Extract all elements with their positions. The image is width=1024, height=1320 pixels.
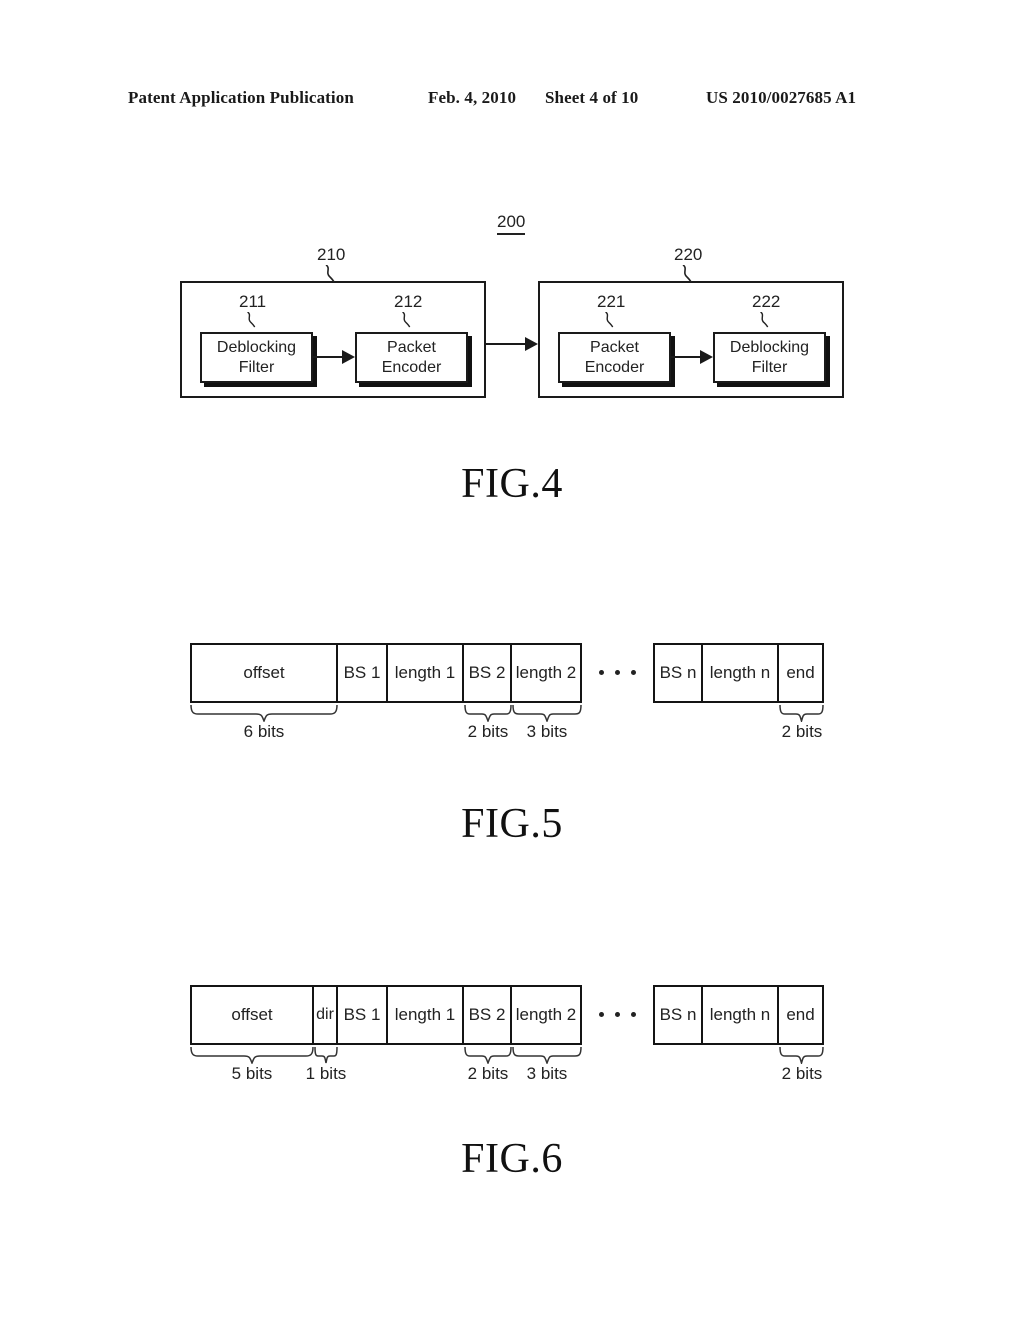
bits-label-6-bits: 6 bits (243, 722, 285, 741)
bits-label-end-2-bits: 2 bits (781, 722, 823, 741)
block-221-label-line1: Packet (590, 338, 639, 356)
packet6-cell-offset: offset (190, 985, 314, 1045)
block-221-label-line2: Encoder (584, 358, 645, 376)
brace6-5-bits (190, 1046, 314, 1064)
block-211-deblocking-filter: Deblocking Filter (200, 332, 313, 383)
block-212-packet-encoder: Packet Encoder (355, 332, 468, 383)
ref-label-221: 221 (597, 292, 626, 311)
packet6-cell-bs-2: BS 2 (464, 985, 512, 1045)
block-211-label-line1: Deblocking (216, 338, 297, 356)
bits-label6-1-bits: 1 bits (305, 1064, 347, 1083)
figure-4-caption: FIG.4 (461, 461, 563, 507)
ref-label-200: 200 (497, 212, 526, 235)
packet-cell-offset: offset (190, 643, 338, 703)
brace-end-2-bits (779, 704, 824, 722)
lead-line-221 (605, 312, 614, 328)
ref-label-211: 211 (239, 292, 267, 311)
ref-label-220: 220 (674, 245, 703, 264)
figure-6-caption: FIG.6 (461, 1136, 563, 1182)
block-222-label-line2: Filter (751, 358, 788, 376)
packet6-cell-end: end (779, 985, 824, 1045)
packet6-ellipsis (599, 1012, 636, 1017)
packet-cell-bs-n: BS n (653, 643, 703, 703)
brace-2-bits (464, 704, 512, 722)
packet-cell-bs-2: BS 2 (464, 643, 512, 703)
block-222-label-line1: Deblocking (729, 338, 810, 356)
packet-cell-length-n: length n (703, 643, 779, 703)
block-221-packet-encoder: Packet Encoder (558, 332, 671, 383)
ref-label-210: 210 (317, 245, 346, 264)
packet-cell-end: end (779, 643, 824, 703)
packet-cell-bs-1: BS 1 (338, 643, 388, 703)
lead-line-212 (402, 312, 411, 328)
arrow-221-to-222-head (700, 350, 713, 364)
lead-line-211 (247, 312, 256, 328)
block-212-label-line1: Packet (387, 338, 436, 356)
bits-label-3-bits: 3 bits (526, 722, 568, 741)
brace6-1-bits (314, 1046, 338, 1064)
bits-label6-3-bits: 3 bits (526, 1064, 568, 1083)
brace-6-bits (190, 704, 338, 722)
arrow-210-to-220-head (525, 337, 538, 351)
brace6-3-bits (512, 1046, 582, 1064)
packet6-cell-dir: dir (314, 985, 338, 1045)
packet6-cell-length-2: length 2 (512, 985, 582, 1045)
bits-label6-end-2-bits: 2 bits (781, 1064, 823, 1083)
packet-cell-length-2: length 2 (512, 643, 582, 703)
brace-3-bits (512, 704, 582, 722)
lead-line-210 (325, 265, 335, 283)
figure-5-caption: FIG.5 (461, 801, 563, 847)
block-222-deblocking-filter: Deblocking Filter (713, 332, 826, 383)
brace6-2-bits (464, 1046, 512, 1064)
block-212-label-line2: Encoder (381, 358, 442, 376)
packet6-cell-length-1: length 1 (388, 985, 464, 1045)
packet-cell-length-1: length 1 (388, 643, 464, 703)
lead-line-220 (682, 265, 692, 283)
packet6-cell-bs-n: BS n (653, 985, 703, 1045)
lead-line-222 (760, 312, 769, 328)
ref-label-212: 212 (394, 292, 423, 311)
arrow-221-to-222-line (671, 356, 702, 358)
packet6-cell-bs-1: BS 1 (338, 985, 388, 1045)
packet-ellipsis (599, 670, 636, 675)
figure-4: 200 210 220 211 Deblocking Filter 212 Pa… (0, 0, 1024, 520)
arrow-210-to-220-line (486, 343, 528, 345)
packet6-cell-length-n: length n (703, 985, 779, 1045)
brace6-end-2-bits (779, 1046, 824, 1064)
arrow-211-to-212-line (313, 356, 344, 358)
block-211-label-line2: Filter (238, 358, 275, 376)
arrow-211-to-212-head (342, 350, 355, 364)
ref-label-222: 222 (752, 292, 781, 311)
